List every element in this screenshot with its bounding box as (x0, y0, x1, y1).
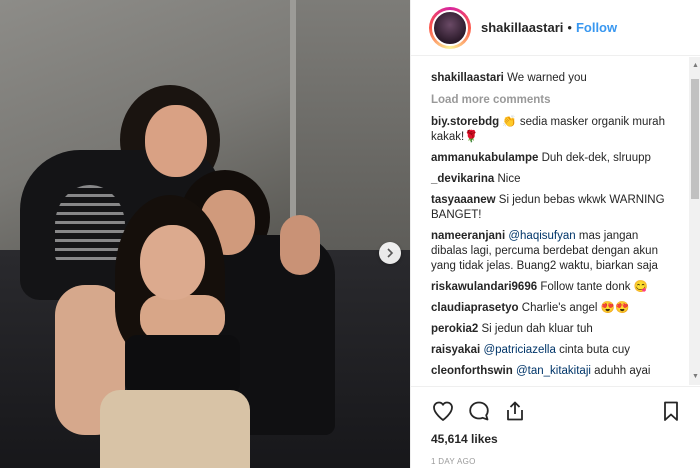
post-actions: 45,614 likes 1 DAY AGO (411, 386, 700, 468)
header-username[interactable]: shakillaastari (481, 20, 563, 35)
comment-button[interactable] (467, 399, 491, 423)
follow-button[interactable]: Follow (576, 20, 617, 35)
next-photo-button[interactable] (379, 242, 401, 264)
comment-text: Nice (497, 173, 521, 185)
scroll-up-icon[interactable]: ▲ (692, 62, 699, 69)
header-separator: • (567, 20, 572, 35)
action-icons (431, 397, 683, 425)
comment-text: Follow tante donk 😋 (540, 281, 648, 293)
list-item: biy.storebdg 👏 sedia masker organik mura… (431, 115, 671, 145)
share-icon (507, 401, 523, 421)
comment-username[interactable]: riskawulandari9696 (431, 281, 537, 293)
comment-username[interactable]: _devikarina (431, 173, 494, 185)
photo-wall (290, 0, 410, 250)
list-item: claudiaprasetyo Charlie's angel 😍😍 (431, 301, 671, 316)
comment-text: Charlie's angel 😍😍 (521, 302, 630, 314)
comment-mention[interactable]: @tan_kitakitaji (516, 365, 591, 377)
comment-mention[interactable]: @haqisufyan (508, 230, 575, 242)
post-sidebar: shakillaastari • Follow shakillaastari W… (410, 0, 700, 468)
comment-username[interactable]: claudiaprasetyo (431, 302, 519, 314)
comment-username[interactable]: ammanukabulampe (431, 152, 538, 164)
list-item: _devikarina Nice (431, 172, 671, 187)
heart-icon (433, 401, 453, 421)
like-button[interactable] (431, 399, 455, 423)
comments-list: shakillaastari We warned you Load more c… (411, 57, 689, 385)
comment-username[interactable]: tasyaaanew (431, 194, 496, 206)
bookmark-icon (664, 401, 678, 421)
comment-text: Si jedun dah kluar tuh (481, 323, 593, 335)
comment-icon (469, 401, 489, 421)
avatar-image (432, 9, 468, 46)
comment-username[interactable]: perokia2 (431, 323, 478, 335)
list-item: riskawulandari9696 Follow tante donk 😋 (431, 280, 671, 295)
list-item: raisyakai @patriciazella cinta buta cuy (431, 343, 671, 358)
caption-username[interactable]: shakillaastari (431, 72, 504, 84)
comment-text: cinta buta cuy (559, 344, 631, 356)
share-button[interactable] (503, 399, 527, 423)
post-caption: shakillaastari We warned you (431, 71, 671, 86)
list-item: cleonforthswin @tan_kitakitaji aduhh aya… (431, 364, 671, 379)
comment-username[interactable]: raisyakai (431, 344, 480, 356)
comment-text: Duh dek-dek, slruupp (541, 152, 651, 164)
post-photo (0, 0, 410, 468)
chevron-right-icon (387, 248, 394, 258)
post-timestamp[interactable]: 1 DAY AGO (431, 457, 683, 466)
comment-username[interactable]: biy.storebdg (431, 116, 499, 128)
comment-text: aduhh ayai (594, 365, 651, 377)
list-item: tasyaaanew Si jedun bebas wkwk WARNING B… (431, 193, 671, 223)
comment-username[interactable]: nameeranjani (431, 230, 505, 242)
comment-mention[interactable]: @patriciazella (483, 344, 555, 356)
list-item: ammanukabulampe Duh dek-dek, slruupp (431, 151, 671, 166)
list-item: nameeranjani @haqisufyan mas jangan diba… (431, 229, 671, 274)
post-header: shakillaastari • Follow (411, 0, 700, 56)
comments-scrollbar[interactable]: ▲ ▼ (689, 57, 700, 385)
scrollbar-thumb[interactable] (691, 79, 699, 199)
comment-username[interactable]: cleonforthswin (431, 365, 513, 377)
likes-count[interactable]: 45,614 likes (431, 432, 683, 446)
list-item: perokia2 Si jedun dah kluar tuh (431, 322, 671, 337)
load-more-comments-button[interactable]: Load more comments (431, 94, 689, 106)
save-button[interactable] (659, 399, 683, 423)
avatar[interactable] (429, 6, 471, 49)
caption-text: We warned you (507, 72, 587, 84)
scroll-down-icon[interactable]: ▼ (692, 373, 699, 380)
